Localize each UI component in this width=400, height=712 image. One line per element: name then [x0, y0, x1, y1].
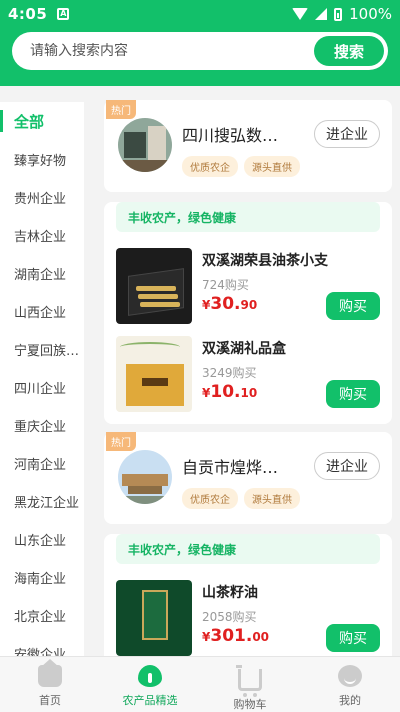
product-card: 丰收农产，绿色健康 双溪湖荣县油茶小支 724购买 ¥30.90 购买 双溪湖礼…	[104, 202, 392, 424]
company-tag: 源头直供	[244, 156, 300, 177]
product-title: 双溪湖礼品盒	[202, 341, 286, 357]
sidebar-item[interactable]: 臻享好物	[0, 140, 84, 178]
sidebar-item[interactable]: 重庆企业	[0, 406, 84, 444]
sidebar-item[interactable]: 四川企业	[0, 368, 84, 406]
product-price: ¥301.00	[202, 626, 270, 646]
sidebar-item[interactable]: 黑龙江企业	[0, 482, 84, 520]
company-card[interactable]: 热门 自贡市煌烨… 优质农企 源头直供 进企业	[104, 432, 392, 524]
leaf-icon	[138, 665, 162, 687]
product-title: 山茶籽油	[202, 585, 258, 601]
sidebar-item[interactable]: 吉林企业	[0, 216, 84, 254]
search-bar: 搜索	[12, 32, 388, 70]
sidebar-item[interactable]: 河南企业	[0, 444, 84, 482]
hot-badge: 热门	[106, 432, 136, 451]
tab-label: 农产品精选	[122, 694, 178, 707]
product-sold-count: 724购买	[202, 278, 249, 292]
search-button[interactable]: 搜索	[314, 36, 384, 66]
wifi-icon	[292, 8, 309, 20]
product-price: ¥30.90	[202, 294, 258, 314]
company-tag: 优质农企	[182, 488, 238, 509]
sidebar-item-all[interactable]: 全部	[0, 102, 84, 140]
company-card[interactable]: 热门 四川搜弘数… 优质农企 源头直供 进企业	[104, 100, 392, 192]
product-item[interactable]: 双溪湖礼品盒 3249购买 ¥10.10 购买	[104, 332, 392, 420]
sidebar-item[interactable]: 宁夏回族…	[0, 330, 84, 368]
slogan-banner: 丰收农产，绿色健康	[116, 534, 380, 564]
profile-icon	[338, 665, 362, 687]
tab-home[interactable]: 首页	[0, 657, 100, 712]
sidebar-item[interactable]: 北京企业	[0, 596, 84, 634]
battery-level: 100%	[349, 5, 392, 23]
battery-icon	[334, 7, 343, 21]
buy-button[interactable]: 购买	[326, 292, 380, 320]
sidebar-item[interactable]: 海南企业	[0, 558, 84, 596]
tab-label: 首页	[39, 694, 61, 707]
status-time: 4:05	[8, 5, 48, 23]
notification-icon: A	[57, 8, 70, 20]
content-list: 热门 四川搜弘数… 优质农企 源头直供 进企业 丰收农产，绿色健康 双溪湖荣县油…	[104, 100, 392, 656]
tab-profile[interactable]: 我的	[300, 657, 400, 712]
product-item[interactable]: 山茶籽油 2058购买 ¥301.00 购买	[104, 576, 392, 656]
product-image[interactable]	[116, 248, 192, 324]
company-logo	[118, 118, 172, 172]
product-image[interactable]	[116, 580, 192, 656]
bottom-tab-bar: 首页 农产品精选 购物车 我的	[0, 656, 400, 712]
status-bar: 4:05 A 100%	[0, 0, 400, 28]
home-icon	[38, 659, 62, 687]
hot-badge: 热门	[106, 100, 136, 119]
product-image[interactable]	[116, 336, 192, 412]
product-card: 丰收农产，绿色健康 山茶籽油 2058购买 ¥301.00 购买	[104, 534, 392, 656]
enter-company-button[interactable]: 进企业	[314, 452, 380, 480]
product-sold-count: 2058购买	[202, 610, 257, 624]
category-sidebar: 全部 臻享好物 贵州企业 吉林企业 湖南企业 山西企业 宁夏回族… 四川企业 重…	[0, 102, 84, 656]
slogan-banner: 丰收农产，绿色健康	[116, 202, 380, 232]
product-title: 双溪湖荣县油茶小支	[202, 253, 328, 269]
company-logo	[118, 450, 172, 504]
company-tag: 源头直供	[244, 488, 300, 509]
tab-products[interactable]: 农产品精选	[100, 657, 200, 712]
company-tag: 优质农企	[182, 156, 238, 177]
company-name: 自贡市煌烨…	[182, 458, 279, 477]
sidebar-item[interactable]: 贵州企业	[0, 178, 84, 216]
product-sold-count: 3249购买	[202, 366, 257, 380]
cart-icon	[236, 665, 262, 697]
tab-label: 购物车	[233, 698, 267, 711]
search-input[interactable]	[30, 43, 314, 59]
buy-button[interactable]: 购买	[326, 380, 380, 408]
signal-icon	[315, 8, 328, 20]
sidebar-item[interactable]: 山东企业	[0, 520, 84, 558]
product-item[interactable]: 双溪湖荣县油茶小支 724购买 ¥30.90 购买	[104, 244, 392, 332]
company-name: 四川搜弘数…	[182, 126, 279, 145]
buy-button[interactable]: 购买	[326, 624, 380, 652]
sidebar-item[interactable]: 安徽企业	[0, 634, 84, 657]
product-price: ¥10.10	[202, 382, 258, 402]
enter-company-button[interactable]: 进企业	[314, 120, 380, 148]
tab-label: 我的	[339, 694, 361, 707]
sidebar-item[interactable]: 湖南企业	[0, 254, 84, 292]
header: 4:05 A 100% 搜索	[0, 0, 400, 86]
tab-cart[interactable]: 购物车	[200, 657, 300, 712]
sidebar-item[interactable]: 山西企业	[0, 292, 84, 330]
